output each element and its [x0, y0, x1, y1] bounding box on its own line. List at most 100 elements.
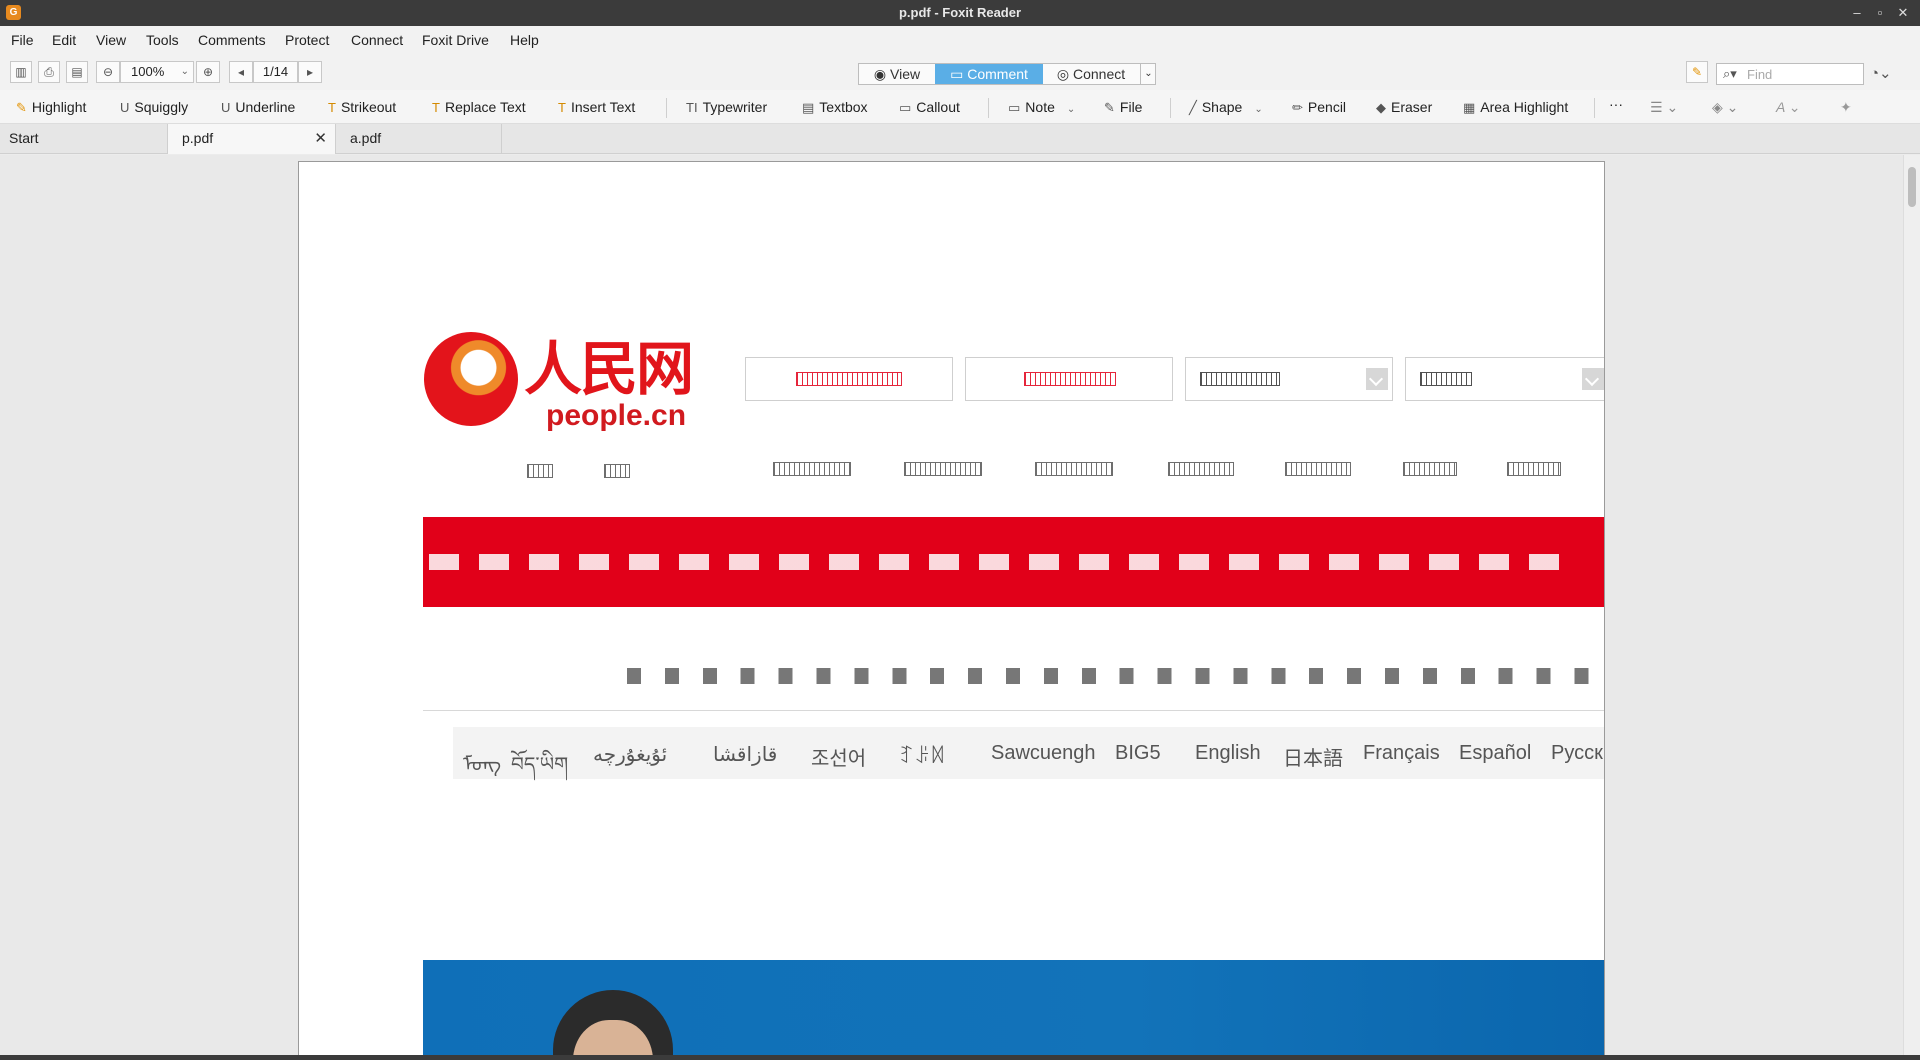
mode-connect-button[interactable]: ◎ Connect: [1043, 64, 1139, 84]
shape-tool[interactable]: ╱ Shape ⌄: [1189, 99, 1263, 116]
language-link-russian[interactable]: Русски: [1551, 742, 1604, 765]
missing-glyph-text: [1168, 462, 1234, 476]
header-dropdown-2: [1405, 357, 1604, 401]
mode-dropdown-chevron-icon[interactable]: ⌄: [1140, 64, 1156, 84]
callout-icon: ▭: [899, 100, 912, 115]
area-highlight-tool[interactable]: ▦ Area Highlight: [1463, 99, 1568, 116]
menu-bar: File Edit View Tools Comments Protect Co…: [0, 26, 1920, 54]
font-style-icon[interactable]: A ⌄: [1776, 99, 1800, 116]
tab-p-pdf[interactable]: p.pdf ✕: [168, 124, 336, 154]
print-icon[interactable]: ⎙: [38, 61, 60, 83]
zoom-in-icon[interactable]: ⊕: [196, 61, 220, 83]
language-link-spanish[interactable]: Español: [1459, 742, 1531, 765]
sidebar-toggle-icon[interactable]: ▥: [10, 61, 32, 83]
more-tools-button[interactable]: ···: [1609, 96, 1623, 112]
missing-glyph-text: [1420, 372, 1472, 386]
pencil-tool[interactable]: ✏ Pencil: [1292, 99, 1346, 116]
scrollbar-thumb[interactable]: [1908, 167, 1916, 207]
previous-page-icon[interactable]: ◂: [229, 61, 253, 83]
vertical-scrollbar[interactable]: [1903, 155, 1920, 1055]
highlight-tool[interactable]: ✎ Highlight: [16, 99, 86, 116]
header-box-2: [965, 357, 1173, 401]
textbox-icon: ▤: [802, 100, 815, 115]
tab-start[interactable]: Start: [0, 124, 168, 154]
toolbar-divider: [988, 98, 989, 118]
pencil-icon: ✏: [1292, 100, 1303, 115]
language-link-tibetan[interactable]: བོད་ཡིག: [511, 742, 568, 798]
menu-comments[interactable]: Comments: [198, 32, 266, 48]
menu-tools[interactable]: Tools: [146, 32, 179, 48]
language-link-mongolian[interactable]: ᠮᠣᠩ: [463, 742, 501, 777]
page-divider: [423, 710, 1604, 711]
highlight-pen-icon[interactable]: ✎: [1686, 61, 1708, 83]
callout-tool[interactable]: ▭ Callout: [899, 99, 960, 116]
zoom-out-icon[interactable]: ⊖: [96, 61, 120, 83]
secondary-nav: [299, 462, 1604, 480]
strikeout-tool[interactable]: T Strikeout: [328, 99, 396, 115]
mode-comment-button[interactable]: ▭ Comment: [935, 64, 1043, 84]
squiggly-tool[interactable]: U Squiggly: [120, 99, 188, 115]
close-window-icon[interactable]: ✕: [1892, 3, 1914, 23]
language-link-korean[interactable]: 조선어: [811, 742, 866, 771]
insert-text-tool[interactable]: T Insert Text: [558, 99, 635, 115]
missing-glyph-text: [1200, 372, 1280, 386]
eraser-tool[interactable]: ◆ Eraser: [1376, 99, 1432, 116]
pin-icon[interactable]: ✦: [1840, 99, 1852, 116]
replace-text-tool[interactable]: T Replace Text: [432, 99, 526, 115]
typewriter-tool[interactable]: TI Typewriter: [686, 99, 767, 115]
squiggly-icon: U: [120, 100, 130, 115]
connect-icon: ◎: [1056, 66, 1073, 82]
find-input[interactable]: ⌕▾ Find: [1716, 63, 1864, 85]
menu-file[interactable]: File: [11, 32, 34, 48]
main-red-nav-bar: [423, 517, 1604, 607]
document-viewer[interactable]: 人民网 people.cn ᠮᠣᠩ བོད་ཡིག ئۇيغۇرچە قازاق…: [0, 155, 1920, 1055]
status-bar: [0, 1055, 1920, 1060]
people-cn-logo-chinese: 人民网: [524, 335, 694, 403]
language-link-big5[interactable]: BIG5: [1115, 742, 1161, 765]
language-link-zhuang[interactable]: Sawcuengh: [991, 742, 1096, 765]
language-link-japanese[interactable]: 日本語: [1283, 742, 1343, 771]
menu-view[interactable]: View: [96, 32, 126, 48]
menu-help[interactable]: Help: [510, 32, 539, 48]
language-link-kazakh[interactable]: قازاقشا: [713, 742, 777, 767]
zoom-value: 100%: [131, 64, 165, 79]
language-link-uyghur[interactable]: ئۇيغۇرچە: [593, 742, 667, 767]
area-highlight-icon: ▦: [1463, 100, 1476, 115]
save-icon[interactable]: ▤: [66, 61, 88, 83]
underline-tool[interactable]: U Underline: [221, 99, 295, 115]
minimize-icon[interactable]: –: [1846, 3, 1868, 23]
language-link-yi[interactable]: ꆈꌠꉙ: [899, 742, 946, 769]
fill-color-icon[interactable]: ◈ ⌄: [1712, 99, 1738, 116]
menu-edit[interactable]: Edit: [52, 32, 76, 48]
menu-foxit-drive[interactable]: Foxit Drive: [422, 32, 489, 48]
note-icon: ▭: [1008, 100, 1021, 115]
pdf-page[interactable]: 人民网 people.cn ᠮᠣᠩ བོད་ཡིག ئۇيغۇرچە قازاق…: [298, 161, 1605, 1055]
missing-glyph-text: [1035, 462, 1113, 476]
textbox-tool[interactable]: ▤ Textbox: [802, 99, 868, 116]
chevron-down-icon: [1582, 368, 1604, 390]
document-tabs: Start p.pdf ✕ a.pdf: [0, 124, 1920, 154]
tab-label: p.pdf: [182, 130, 214, 146]
people-cn-logo-text: people.cn: [546, 399, 687, 432]
zoom-select[interactable]: 100% ⌄: [120, 61, 194, 83]
note-tool[interactable]: ▭ Note ⌄: [1008, 99, 1075, 116]
eye-icon: ◉: [873, 66, 890, 82]
line-weight-icon[interactable]: ☰ ⌄: [1650, 99, 1678, 116]
menu-connect[interactable]: Connect: [351, 32, 403, 48]
insert-text-icon: T: [558, 100, 566, 115]
tab-a-pdf[interactable]: a.pdf: [336, 124, 502, 154]
maximize-icon[interactable]: ▫: [1869, 3, 1891, 23]
language-link-french[interactable]: Français: [1363, 742, 1440, 765]
close-tab-icon[interactable]: ✕: [314, 129, 327, 147]
missing-glyph-text: [1285, 462, 1351, 476]
account-icon[interactable]: ◔⌄: [1870, 64, 1892, 82]
page-number-field[interactable]: 1/14: [253, 61, 298, 83]
file-attachment-tool[interactable]: ✎ File: [1104, 99, 1142, 116]
mode-view-button[interactable]: ◉ View: [859, 64, 935, 84]
missing-glyph-channel-links: [627, 668, 1602, 684]
next-page-icon[interactable]: ▸: [298, 61, 322, 83]
language-link-english[interactable]: English: [1195, 742, 1261, 765]
main-toolbar: ▥ ⎙ ▤ ⊖ 100% ⌄ ⊕ ◂ 1/14 ▸ ◉ View ▭ Comme…: [0, 54, 1920, 90]
file-icon: ✎: [1104, 100, 1115, 115]
menu-protect[interactable]: Protect: [285, 32, 329, 48]
